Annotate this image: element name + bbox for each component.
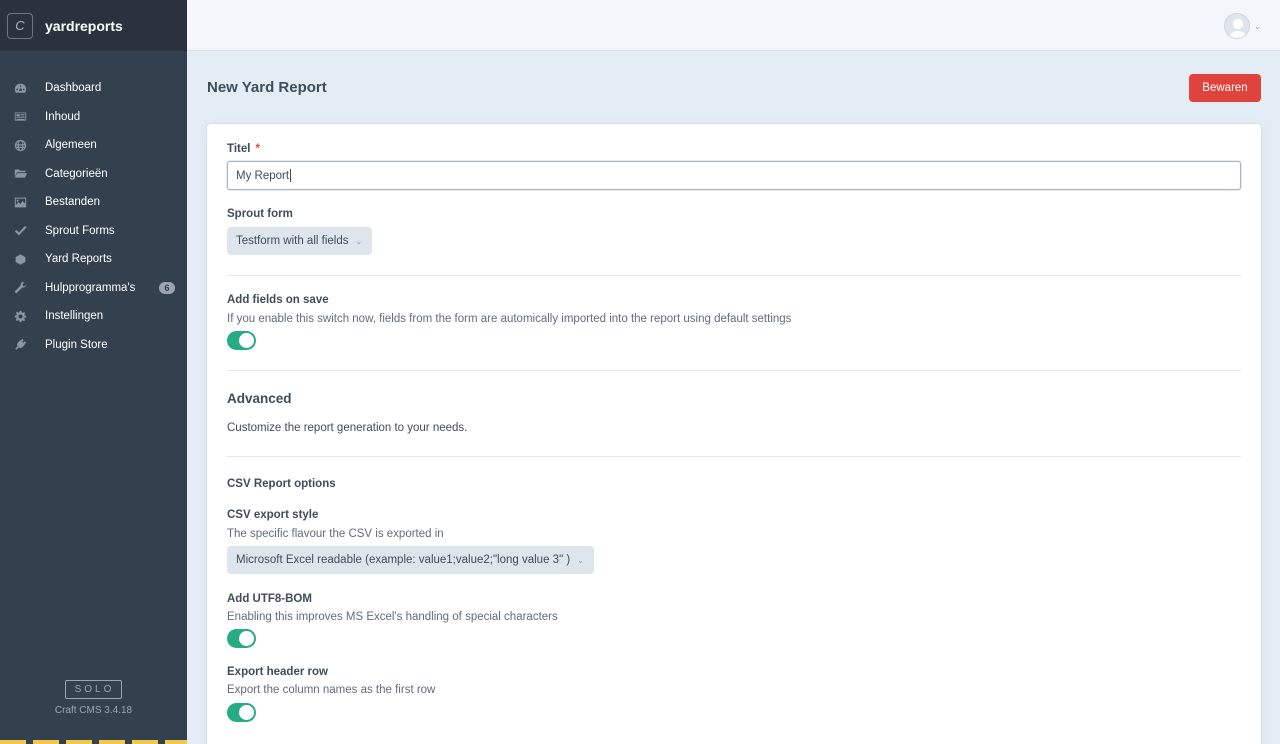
nav-item-categorieen[interactable]: Categorieën: [0, 160, 187, 189]
nav-item-instellingen[interactable]: Instellingen: [0, 302, 187, 331]
add-fields-label: Add fields on save: [227, 294, 329, 306]
csv-style-value: Microsoft Excel readable (example: value…: [236, 554, 571, 566]
title-label-text: Titel: [227, 143, 251, 155]
wrench-icon: [12, 280, 28, 296]
nav-label: Plugin Store: [45, 338, 108, 351]
globe-icon: [12, 137, 28, 153]
nav-label: Bestanden: [45, 196, 100, 209]
utf8-bom-label: Add UTF8-BOM: [227, 593, 312, 605]
advanced-heading: Advanced: [227, 391, 292, 406]
dev-mode-stripe: [0, 740, 187, 744]
nav-item-hulpprogrammas[interactable]: Hulpprogramma's 6: [0, 274, 187, 303]
dashboard-icon: [12, 80, 28, 96]
nav-label: Inhoud: [45, 110, 81, 123]
nav-item-bestanden[interactable]: Bestanden: [0, 188, 187, 217]
nav-item-plugin-store[interactable]: Plugin Store: [0, 331, 187, 360]
add-fields-instructions: If you enable this switch now, fields fr…: [227, 313, 792, 325]
page-title: New Yard Report: [207, 79, 327, 96]
nav-label: Sprout Forms: [45, 224, 115, 237]
utf8-bom-toggle[interactable]: [227, 629, 256, 648]
required-indicator: *: [255, 143, 260, 155]
hexagon-icon: [12, 251, 28, 267]
nav-label: Instellingen: [45, 310, 104, 323]
plug-icon: [12, 337, 28, 353]
sprout-form-select[interactable]: Testform with all fields ⌄: [227, 227, 373, 255]
title-input-value: My Report: [236, 169, 290, 182]
chevron-down-icon: ⌄: [577, 555, 584, 565]
entries-icon: [12, 109, 28, 125]
nav-label: Yard Reports: [45, 253, 112, 266]
utf8-bom-instructions: Enabling this improves MS Excel's handli…: [227, 611, 558, 623]
sprout-form-label: Sprout form: [227, 208, 293, 220]
add-fields-toggle[interactable]: [227, 331, 256, 350]
toggle-knob: [239, 705, 254, 720]
title-input[interactable]: My Report: [227, 161, 1241, 190]
csv-style-instructions: The specific flavour the CSV is exported…: [227, 528, 444, 540]
craft-version: Craft CMS 3.4.18: [54, 705, 133, 716]
nav-label: Dashboard: [45, 82, 102, 95]
gear-icon: [12, 308, 28, 324]
top-bar: ⌄: [187, 0, 1280, 51]
toggle-knob: [239, 631, 254, 646]
title-field-label: Titel *: [227, 143, 260, 155]
csv-style-select[interactable]: Microsoft Excel readable (example: value…: [227, 546, 594, 574]
sidebar: C yardreports Dashboard Inhoud Algemeen …: [0, 0, 187, 744]
nav-item-sprout-forms[interactable]: Sprout Forms: [0, 217, 187, 246]
nav-item-dashboard[interactable]: Dashboard: [0, 74, 187, 103]
toggle-knob: [239, 333, 254, 348]
divider: [227, 456, 1241, 457]
divider: [227, 370, 1241, 371]
site-logo-icon: C: [7, 12, 33, 39]
main-nav: Dashboard Inhoud Algemeen Categorieën Be…: [0, 74, 187, 359]
header-row-instructions: Export the column names as the first row: [227, 684, 436, 696]
save-button[interactable]: Bewaren: [1189, 74, 1261, 102]
nav-item-inhoud[interactable]: Inhoud: [0, 103, 187, 132]
advanced-description: Customize the report generation to your …: [227, 422, 468, 434]
site-header[interactable]: C yardreports: [0, 0, 187, 51]
content-pane: Titel * My Report Sprout form Testform wi…: [207, 124, 1261, 744]
edition-badge[interactable]: SOLO: [64, 680, 123, 699]
text-cursor: [290, 169, 292, 182]
folder-icon: [12, 166, 28, 182]
account-menu[interactable]: ⌄: [1224, 13, 1261, 39]
image-icon: [12, 194, 28, 210]
chevron-down-icon: ⌄: [355, 236, 363, 246]
nav-item-yard-reports[interactable]: Yard Reports: [0, 245, 187, 274]
nav-item-algemeen[interactable]: Algemeen: [0, 131, 187, 160]
check-icon: [12, 223, 28, 239]
csv-style-label: CSV export style: [227, 509, 319, 521]
nav-label: Algemeen: [45, 139, 97, 152]
site-name[interactable]: yardreports: [45, 18, 123, 34]
csv-options-heading: CSV Report options: [227, 478, 336, 490]
user-avatar-icon[interactable]: [1224, 13, 1251, 39]
sprout-form-value: Testform with all fields: [236, 235, 349, 247]
edition-info: SOLO Craft CMS 3.4.18: [0, 679, 187, 716]
nav-label: Hulpprogramma's: [45, 281, 136, 294]
header-row-label: Export header row: [227, 666, 328, 678]
divider: [227, 275, 1241, 276]
notification-badge: 6: [159, 281, 175, 294]
chevron-down-icon: ⌄: [1254, 21, 1261, 31]
nav-label: Categorieën: [45, 167, 108, 180]
header-row-toggle[interactable]: [227, 703, 256, 722]
